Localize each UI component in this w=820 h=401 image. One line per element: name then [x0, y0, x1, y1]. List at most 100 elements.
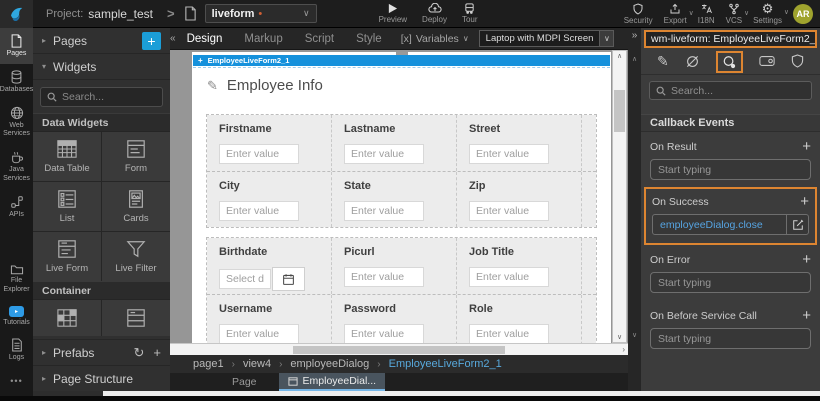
add-page-button[interactable]: + — [142, 32, 161, 50]
rail-item-file-explorer[interactable]: File Explorer — [0, 257, 33, 300]
tour-button[interactable]: Tour — [462, 3, 478, 24]
tab-page[interactable]: Page — [218, 373, 271, 391]
variables-button[interactable]: [x] Variables ∨ — [401, 33, 469, 45]
field-input[interactable] — [344, 324, 424, 343]
panel-scroll-up-arrow[interactable]: ∧ — [632, 55, 637, 63]
settings-button[interactable]: ∨ ⚙ Settings — [753, 2, 782, 25]
form-field-role[interactable]: Role — [457, 295, 582, 343]
add-event-button[interactable]: + — [800, 194, 809, 209]
form-field-street[interactable]: Street — [457, 115, 582, 171]
field-input[interactable] — [219, 144, 299, 164]
event-input-wrap[interactable] — [650, 328, 811, 349]
rail-item-logs[interactable]: Logs — [0, 332, 33, 368]
field-input[interactable] — [219, 201, 299, 221]
edit-script-button[interactable] — [786, 215, 808, 234]
form-field-lastname[interactable]: Lastname — [332, 115, 457, 171]
selected-widget-bar[interactable]: + EmployeeLiveForm2_1 — [193, 55, 610, 66]
export-button[interactable]: ∨ Export — [664, 3, 687, 25]
date-input[interactable] — [219, 269, 271, 289]
page-selector-dropdown[interactable]: liveform • ∨ — [205, 4, 317, 23]
design-canvas[interactable]: + EmployeeLiveForm2_1 ✎ Employee Info Fi… — [170, 50, 628, 355]
form-field-birthdate[interactable]: Birthdate — [207, 238, 332, 294]
page-structure-accordion[interactable]: ▸ Page Structure — [33, 365, 170, 391]
scroll-down-arrow[interactable]: ∨ — [617, 333, 622, 341]
tab-employee-dialog[interactable]: EmployeeDial... — [279, 373, 386, 391]
add-event-button[interactable]: + — [802, 139, 811, 154]
tab-device[interactable] — [759, 55, 775, 67]
form-field-zip[interactable]: Zip — [457, 172, 582, 227]
canvas-page[interactable]: + EmployeeLiveForm2_1 ✎ Employee Info Fi… — [192, 52, 611, 343]
field-input[interactable] — [469, 324, 549, 343]
preview-button[interactable]: Preview — [379, 3, 407, 24]
deploy-button[interactable]: Deploy — [422, 3, 447, 24]
widgets-accordion[interactable]: ▾ Widgets — [33, 54, 170, 80]
widget-search-input[interactable] — [62, 91, 152, 103]
rail-more-button[interactable]: ••• — [10, 376, 22, 386]
i18n-button[interactable]: I18N — [698, 3, 715, 25]
tab-properties[interactable]: ✎ — [657, 53, 669, 70]
expand-right-panel-button[interactable]: » — [632, 30, 638, 41]
refresh-icon[interactable]: ↻ — [134, 345, 145, 361]
tab-style[interactable]: Style — [345, 33, 393, 45]
rail-item-tutorials[interactable]: ▸ Tutorials — [0, 300, 33, 333]
tab-script[interactable]: Script — [294, 33, 345, 45]
field-input[interactable] — [344, 267, 424, 287]
calendar-button[interactable] — [272, 267, 305, 291]
field-input[interactable] — [344, 144, 424, 164]
add-event-button[interactable]: + — [802, 252, 811, 267]
form-field-password[interactable]: Password — [332, 295, 457, 343]
scroll-up-arrow[interactable]: ∧ — [617, 52, 622, 60]
on-result-input[interactable] — [658, 164, 788, 176]
widget-tile-cards[interactable]: Cards — [102, 182, 170, 231]
vertical-scroll-thumb[interactable] — [614, 90, 625, 132]
scroll-right-arrow[interactable]: › — [622, 345, 625, 354]
vcs-button[interactable]: ∨ VCS — [726, 3, 742, 25]
widget-tile-data-table[interactable]: Data Table — [33, 132, 101, 181]
field-input[interactable] — [469, 267, 549, 287]
live-form[interactable]: Firstname Lastname Street City — [206, 114, 597, 343]
event-input-wrap[interactable] — [650, 159, 811, 180]
device-select[interactable]: Laptop with MDPI Screen ∨ — [479, 30, 615, 47]
form-field-city[interactable]: City — [207, 172, 332, 227]
rail-item-apis[interactable]: APIs — [0, 189, 33, 225]
widget-tile-list[interactable]: List — [33, 182, 101, 231]
widget-tile-live-form[interactable]: Live Form — [33, 232, 101, 281]
rail-item-pages[interactable]: Pages — [0, 28, 33, 64]
app-logo[interactable] — [0, 0, 33, 28]
prefabs-accordion[interactable]: ▸ Prefabs ↻ + — [33, 339, 170, 365]
canvas-horizontal-scrollbar[interactable]: › — [170, 343, 628, 355]
rail-item-web-services[interactable]: Web Services — [0, 100, 33, 145]
field-input[interactable] — [469, 144, 549, 164]
on-success-value-box[interactable]: employeeDialog.close — [652, 214, 809, 235]
property-search-input[interactable] — [671, 85, 791, 97]
widget-tile-live-filter[interactable]: Live Filter — [102, 232, 170, 281]
widget-tile-layout-grid[interactable] — [33, 300, 101, 336]
event-input-wrap[interactable] — [650, 272, 811, 293]
widget-tile-form[interactable]: Form — [102, 132, 170, 181]
form-field-job-title[interactable]: Job Title — [457, 238, 582, 294]
form-field-firstname[interactable]: Firstname — [207, 115, 332, 171]
tab-design[interactable]: Design — [176, 33, 234, 45]
form-field-username[interactable]: Username — [207, 295, 332, 343]
panel-scroll-down-arrow[interactable]: ∨ — [632, 331, 637, 339]
on-success-value[interactable]: employeeDialog.close — [653, 219, 786, 231]
tab-security[interactable] — [791, 54, 804, 68]
user-avatar[interactable]: AR — [793, 4, 813, 24]
widget-search[interactable] — [40, 87, 163, 107]
field-input[interactable] — [219, 324, 299, 343]
rail-item-java-services[interactable]: Java Services — [0, 144, 33, 189]
form-field-picurl[interactable]: Picurl — [332, 238, 457, 294]
property-search[interactable] — [649, 81, 812, 100]
breadcrumb-view4[interactable]: view4 — [243, 358, 271, 370]
horizontal-scroll-thumb[interactable] — [293, 346, 505, 354]
field-input[interactable] — [344, 201, 424, 221]
rail-item-databases[interactable]: Databases — [0, 64, 33, 100]
breadcrumb-employeeliveform[interactable]: EmployeeLiveForm2_1 — [389, 358, 502, 370]
form-field-state[interactable]: State — [332, 172, 457, 227]
add-prefab-button[interactable]: + — [153, 345, 161, 361]
tab-markup[interactable]: Markup — [233, 33, 293, 45]
breadcrumb-page1[interactable]: page1 — [193, 358, 224, 370]
field-input[interactable] — [469, 201, 549, 221]
tab-styles[interactable] — [685, 54, 700, 69]
on-error-input[interactable] — [658, 277, 788, 289]
